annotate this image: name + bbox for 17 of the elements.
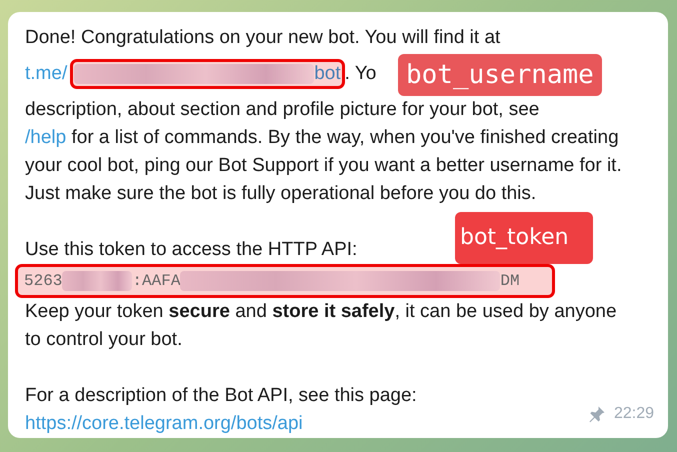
annotation-label: bot_username xyxy=(398,54,602,96)
token-text: :AAFA xyxy=(132,271,180,292)
annotation-label: bot_token xyxy=(455,212,593,264)
bot-link[interactable]: t.me/ xyxy=(25,60,68,88)
api-intro: For a description of the Bot API, see this page: xyxy=(25,384,418,408)
token-warning: Keep your token secure and store it safely, it can be used by anyone to control your bot. xyxy=(25,300,618,352)
api-link[interactable]: https://core.telegram.org/bots/api xyxy=(25,410,303,438)
bot-created-message: Done! Congratulations on your new bot. You will find it at xyxy=(25,26,500,50)
bot-link-suffix[interactable]: bot xyxy=(314,60,341,88)
help-link[interactable]: /help xyxy=(25,127,66,148)
token-text: 5263 xyxy=(24,271,62,292)
message-text: . Yo xyxy=(344,62,376,86)
message-time: 22:29 xyxy=(614,404,654,424)
token-intro: Use this token to access the HTTP API: xyxy=(25,238,358,262)
bot-commands-message: description, about section and profile picture for your bot, see /help for a list of commands. By the way, when you've finished creating your cool bot, ping our Bot Support if you want a better username for it. Just make sure the bot is fully operational before you do this. xyxy=(25,98,623,206)
redaction-block xyxy=(62,271,132,291)
token-text: DM xyxy=(500,271,520,292)
